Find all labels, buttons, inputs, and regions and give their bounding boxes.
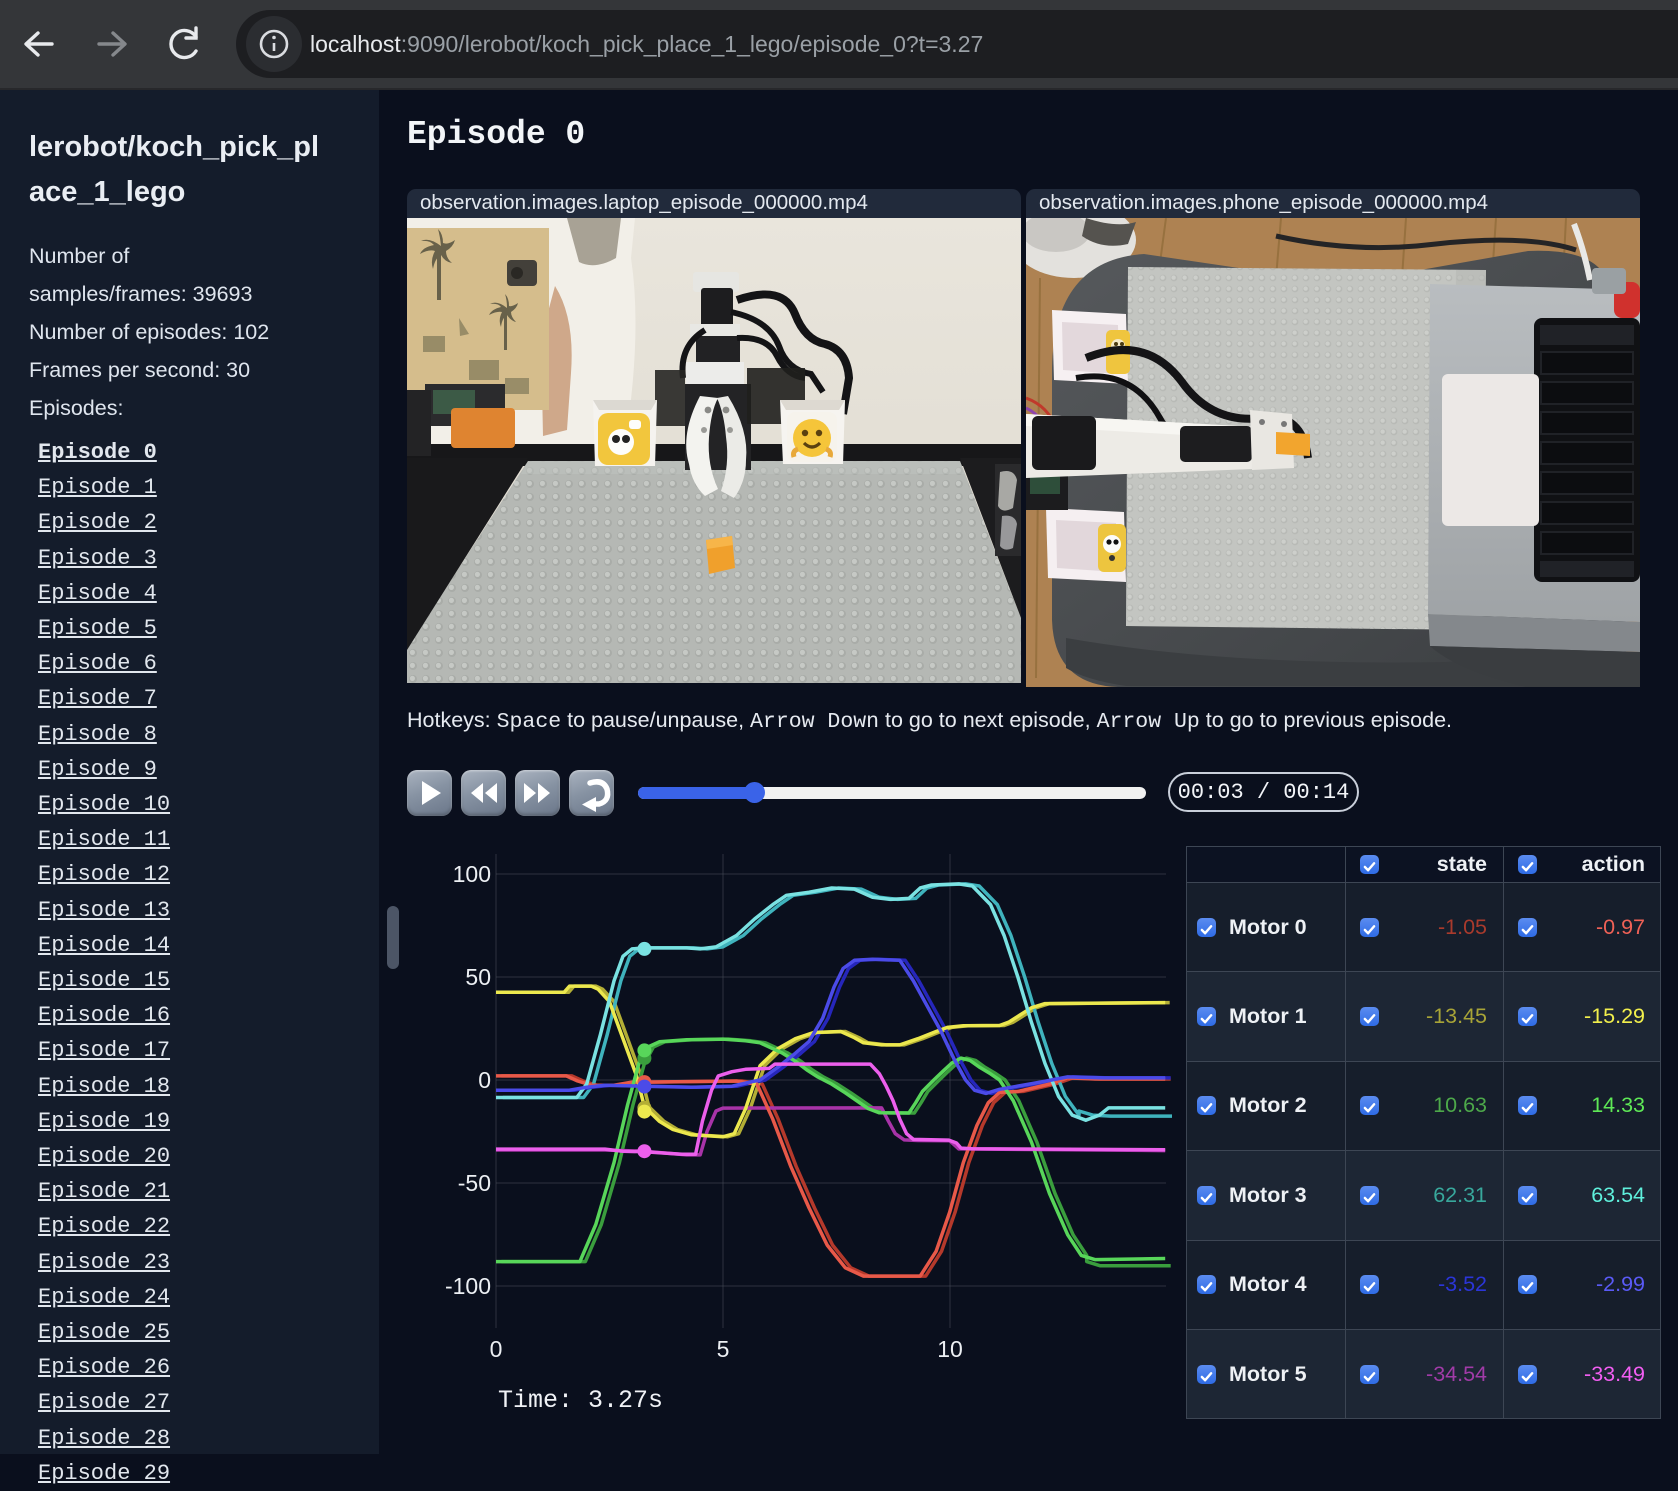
svg-text:10: 10 xyxy=(937,1336,963,1362)
svg-text:-50: -50 xyxy=(458,1170,491,1196)
svg-text:0: 0 xyxy=(478,1067,491,1093)
svg-text:-100: -100 xyxy=(445,1273,491,1299)
svg-text:50: 50 xyxy=(465,964,491,990)
svg-text:5: 5 xyxy=(717,1336,730,1362)
svg-text:0: 0 xyxy=(490,1336,503,1362)
svg-text:100: 100 xyxy=(453,861,491,887)
